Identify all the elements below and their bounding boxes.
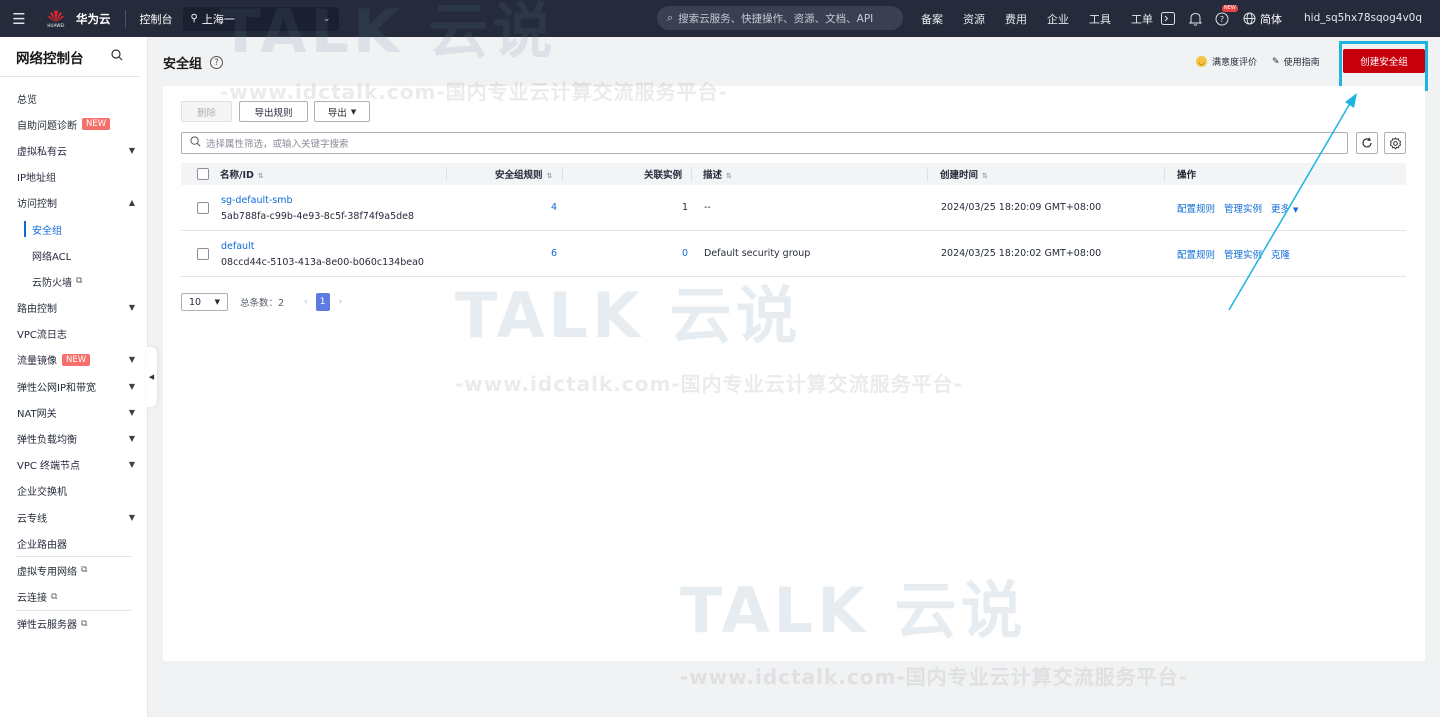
annotation-arrow xyxy=(1228,93,1357,311)
